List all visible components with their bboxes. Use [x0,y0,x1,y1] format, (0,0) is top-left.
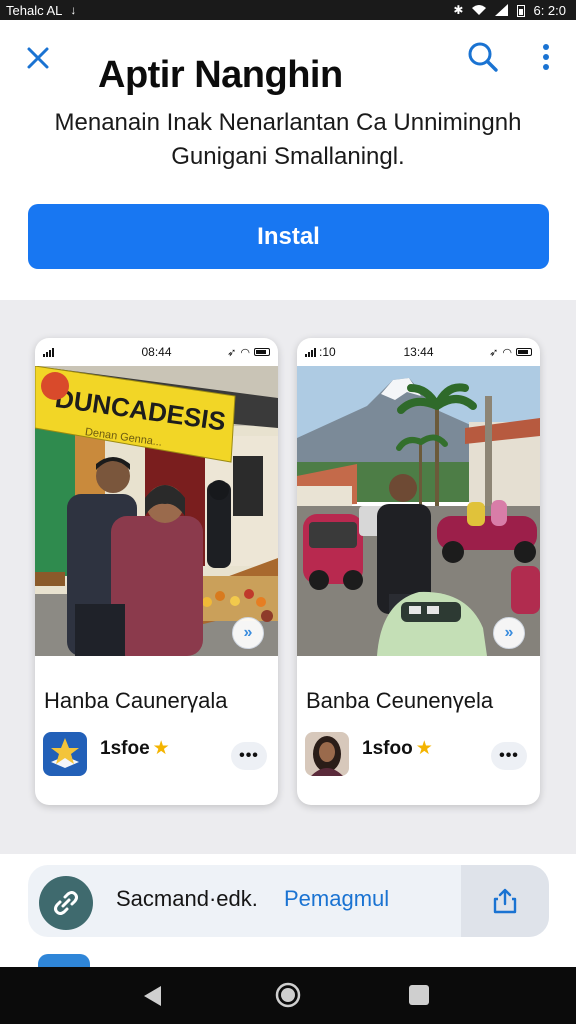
download-icon: ↓ [70,3,77,17]
app-description: Menanain Inak Nenarlantan Ca Unnimingnh … [54,109,522,170]
bluetooth-icon: ✱ [453,3,464,17]
signal-icon [43,347,54,357]
battery-icon [254,348,270,356]
signal-icon [305,347,316,357]
next-screenshot-button[interactable]: » [493,617,525,649]
wifi-icon [472,5,487,15]
status-bar: Tehalc AL ↓ ✱ 6: 2:0 [0,0,576,20]
app-title: Aptir Nanghin [98,54,343,96]
star-icon: ★ [415,738,433,759]
app-header-panel: Aptir Nanghin Menanain Inak Nenarlantan … [0,20,576,300]
location-icon: ➶ [227,346,237,359]
rating-value: 1sfoe [100,737,150,759]
next-screenshot-button[interactable]: » [232,617,264,649]
screenshot-status-bar: :10 13:44 ➶ ◠ [297,338,540,366]
share-panel: Sacmand·edk. Pemagmul [0,854,576,967]
clock-label: 6: 2:0 [533,2,566,18]
link-badge [39,876,93,930]
rating-value: 1sfoo [362,737,413,759]
back-icon[interactable] [140,983,166,1009]
install-button[interactable]: Instal [28,204,549,269]
more-vertical-icon [543,44,549,70]
chevron-right-icon: » [243,624,253,641]
battery-icon [517,4,526,17]
system-navigation-bar [0,967,576,1024]
rating-summary: 1sfoo ★ [362,737,433,760]
star-icon: ★ [152,738,170,759]
carrier-label: Tehalc AL [6,2,63,18]
screenshot-card[interactable]: 08:44 ➶ ◠ DUNCADESIS Denan Genna... » Ha… [35,338,278,805]
app-icon [305,732,349,776]
home-icon[interactable] [274,981,302,1009]
screenshot-image: DUNCADESIS Denan Genna... [35,366,278,656]
share-icon [493,888,517,914]
chevron-right-icon: » [504,624,514,641]
screenshot-signal-label: :10 [319,345,336,359]
share-link[interactable]: Pemagmul [284,886,389,912]
rating-summary: 1sfoe ★ [100,737,170,760]
search-icon [468,42,498,72]
screenshot-status-bar: 08:44 ➶ ◠ [35,338,278,366]
card-title: Banba Ceunenγela [306,688,494,713]
share-button[interactable] [461,865,549,937]
wifi-icon: ◠ [240,346,250,359]
overflow-menu-button[interactable] [536,42,556,72]
app-icon [43,732,87,776]
link-icon [54,891,78,915]
card-more-button[interactable]: ••• [231,742,267,770]
wifi-icon: ◠ [502,346,512,359]
recents-icon[interactable] [408,984,430,1006]
share-label: Sacmand·edk. [116,886,258,911]
search-button[interactable] [466,40,500,74]
close-icon [27,47,49,69]
screenshot-card[interactable]: :10 13:44 ➶ ◠ » Banba Ceunenγela 1sfoo ★… [297,338,540,805]
location-icon: ➶ [489,346,499,359]
screenshot-image [297,366,540,656]
card-more-button[interactable]: ••• [491,742,527,770]
close-button[interactable] [24,44,52,72]
partial-app-icon [38,954,90,967]
share-bar[interactable]: Sacmand·edk. Pemagmul [28,865,549,937]
battery-icon [516,348,532,356]
card-title: Hanba Caunerγala [44,688,228,713]
signal-icon [495,4,509,16]
